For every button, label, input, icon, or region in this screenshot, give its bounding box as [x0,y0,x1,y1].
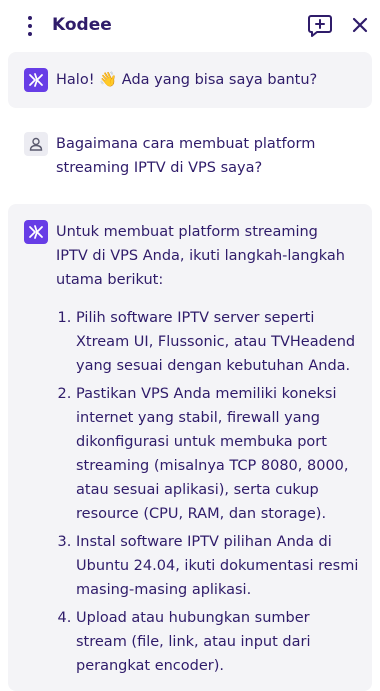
bot-message: Halo! 👋 Ada yang bisa saya bantu? [8,52,372,108]
kodee-avatar-icon [24,68,48,92]
list-item: Pastikan VPS Anda memiliki koneksi inter… [76,382,361,526]
list-item: Instal software IPTV pilihan Anda di Ubu… [76,530,361,602]
kebab-menu-icon[interactable] [20,14,40,38]
list-item: Upload atau hubungkan sumber stream (fil… [76,606,361,678]
kodee-avatar-icon [24,220,48,244]
user-avatar-icon [24,132,48,156]
steps-list: Pilih software IPTV server seperti Xtrea… [56,306,361,682]
user-message: Bagaimana cara membuat platform streamin… [0,132,380,192]
message-text: Halo! 👋 Ada yang bisa saya bantu? [56,72,318,88]
message-intro: Untuk membuat platform streaming IPTV di… [56,224,345,288]
chat-title: Kodee [52,15,112,35]
list-item: Pilih software IPTV server seperti Xtrea… [76,306,361,378]
chat-header: Kodee [0,0,380,52]
message-text: Bagaimana cara membuat platform streamin… [56,136,316,176]
bot-message: Untuk membuat platform streaming IPTV di… [8,204,372,691]
new-chat-icon[interactable] [307,13,333,39]
close-icon[interactable] [349,14,371,36]
